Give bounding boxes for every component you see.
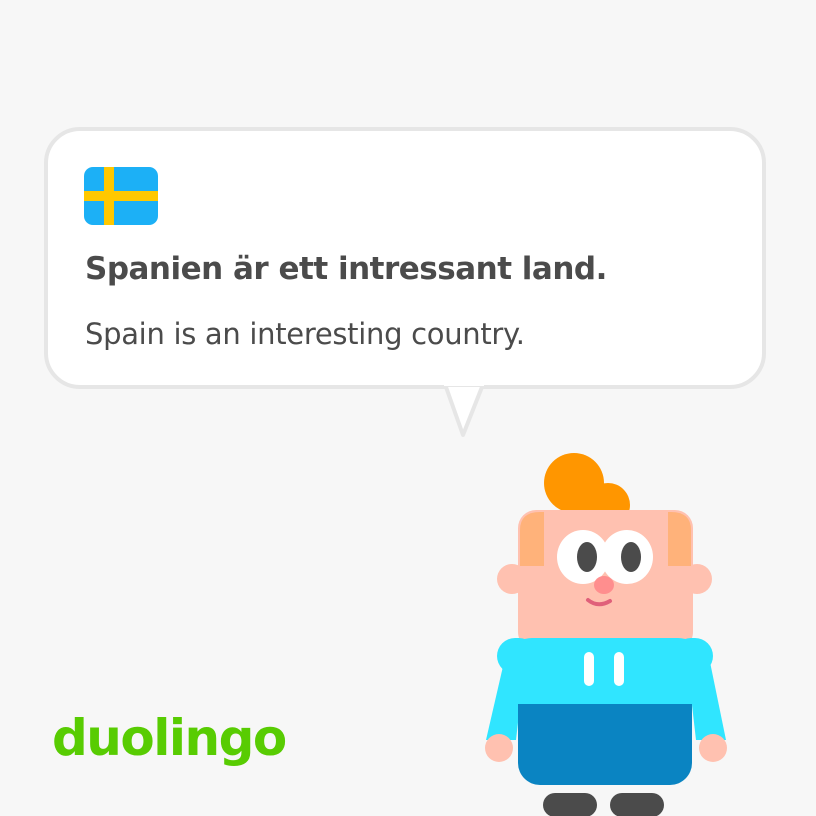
duolingo-logo: duolingo bbox=[52, 709, 287, 767]
duolingo-character-icon bbox=[485, 453, 727, 816]
target-sentence: Spanien är ett intressant land. bbox=[85, 251, 607, 287]
sentence-translation: Spain is an interesting country. bbox=[85, 317, 525, 351]
sweden-flag-icon bbox=[84, 167, 158, 225]
quote-card: Spanien är ett intressant land. Spain is… bbox=[0, 0, 816, 816]
